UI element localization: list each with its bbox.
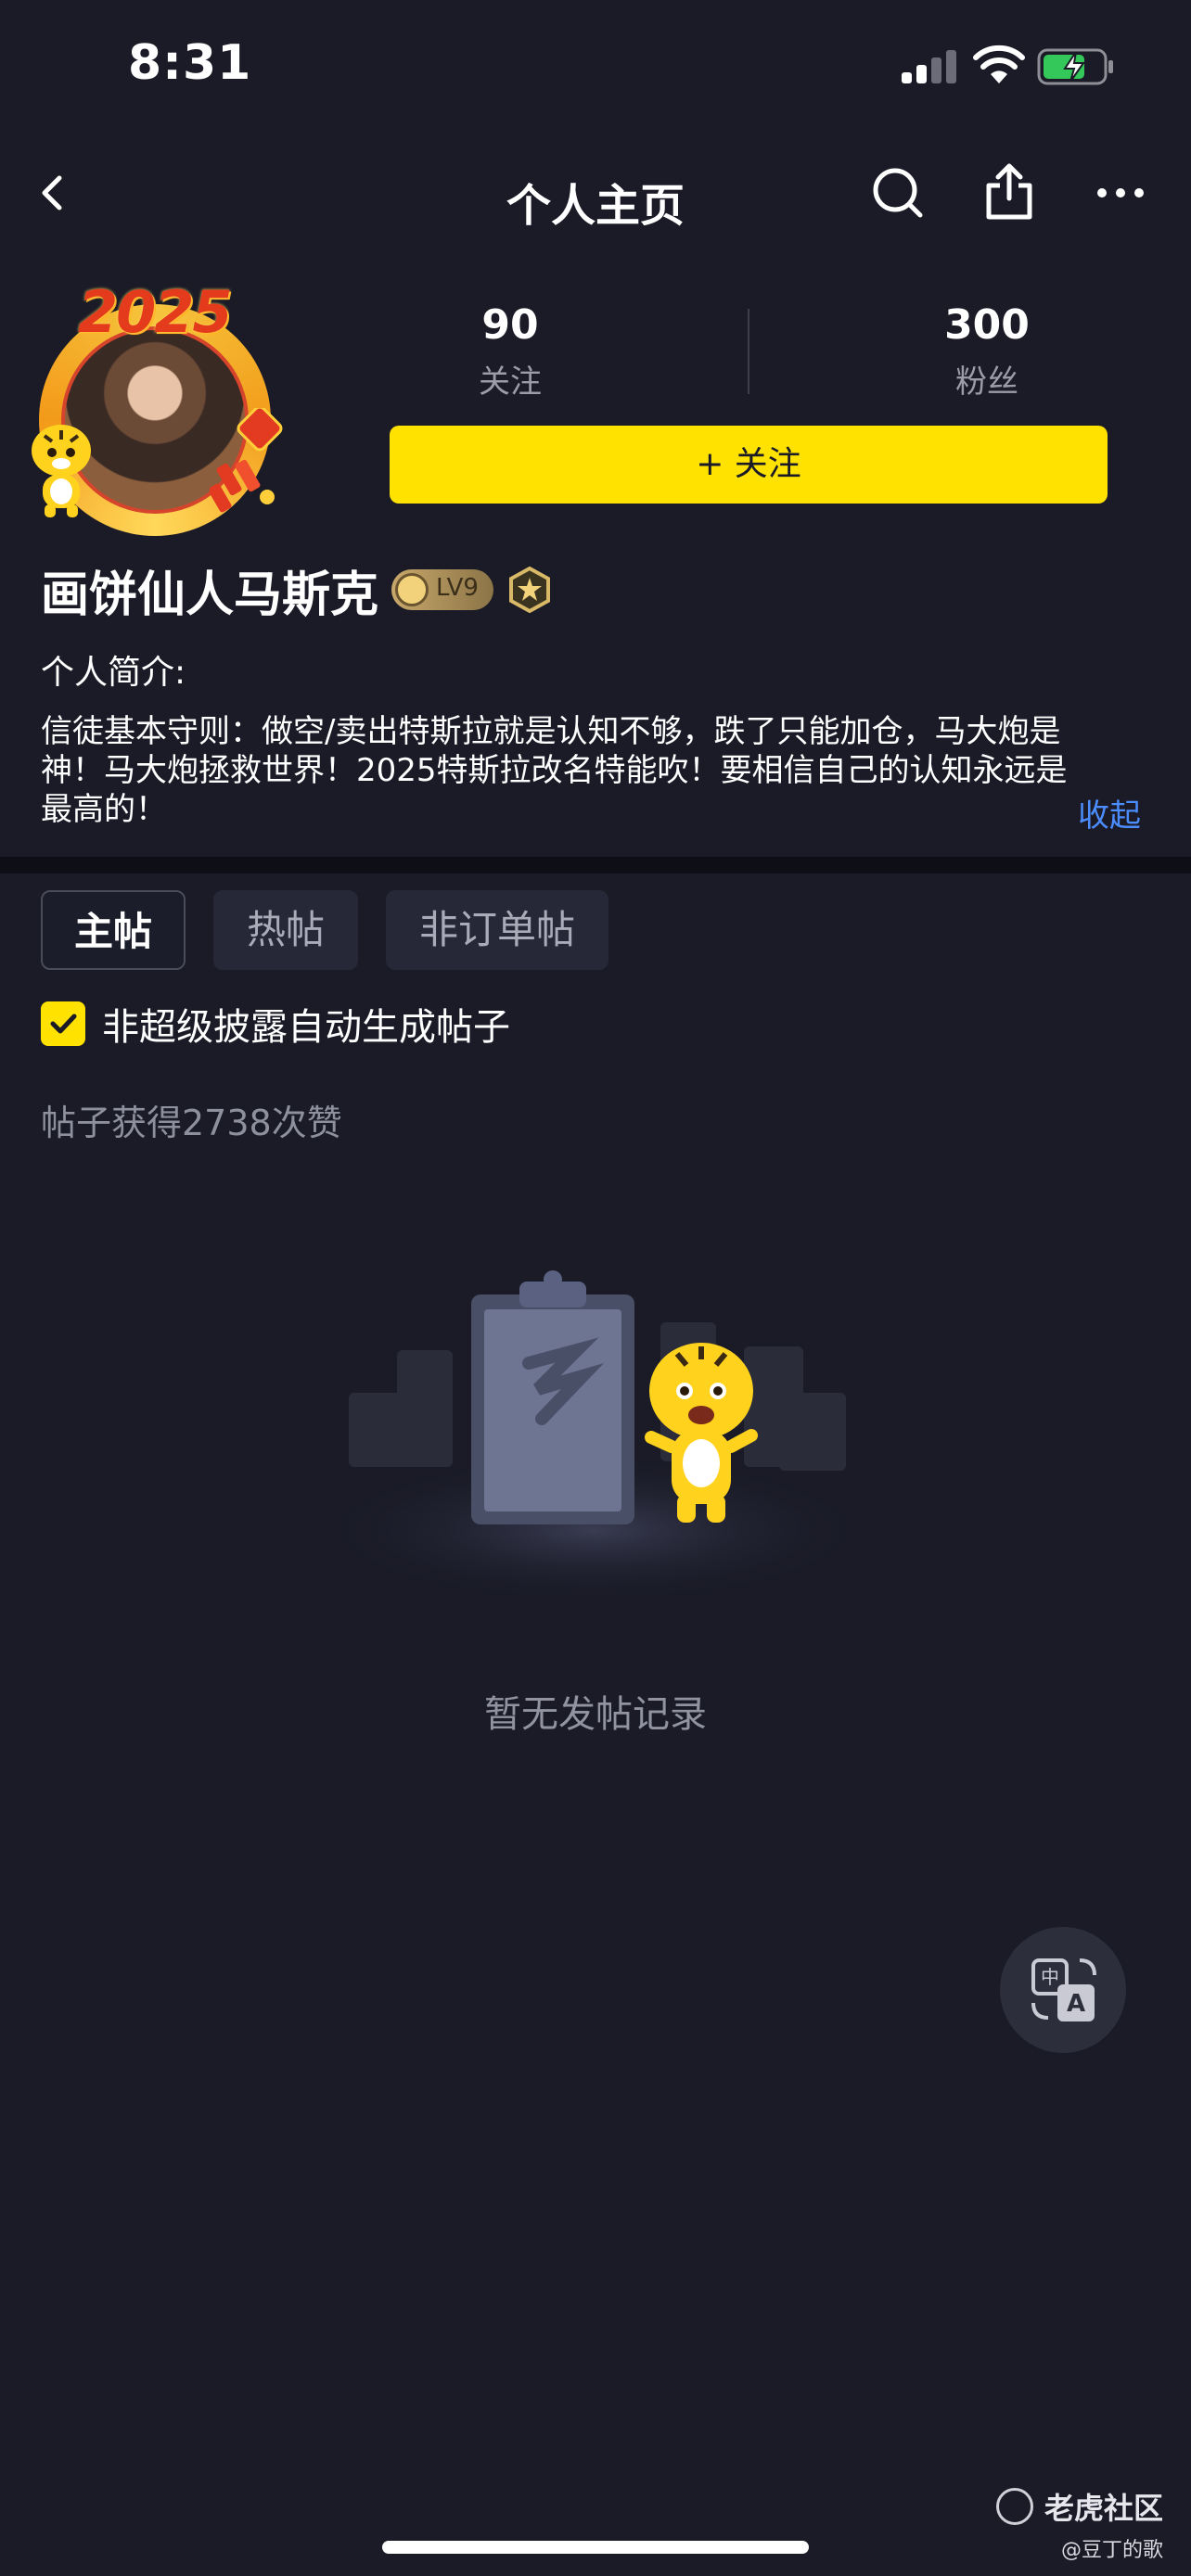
tiger-mascot-icon [32, 425, 91, 517]
tiger-community-logo-icon [996, 2488, 1033, 2525]
followers-stat[interactable]: 300 粉丝 [866, 301, 1108, 402]
stats-divider [748, 309, 749, 394]
tab-hot-posts[interactable]: 热帖 [213, 890, 358, 970]
following-label: 关注 [479, 363, 542, 401]
tab-main-posts[interactable]: 主帖 [41, 890, 186, 970]
home-indicator[interactable] [382, 2541, 809, 2554]
search-icon[interactable] [870, 165, 926, 221]
cellular-signal-icon [902, 50, 959, 83]
svg-text:中: 中 [1041, 1966, 1059, 1988]
avatar[interactable]: 2025 [28, 278, 284, 536]
bio-collapse-link[interactable]: 收起 [1078, 790, 1141, 835]
filter-checkbox[interactable] [41, 1001, 85, 1046]
checkmark-icon [50, 1014, 77, 1034]
watermark-brand: 老虎社区 [1044, 2491, 1164, 2526]
followers-count: 300 [944, 301, 1030, 349]
tab-non-order-posts[interactable]: 非订单帖 [386, 890, 608, 970]
likes-summary: 帖子获得2738次赞 [41, 1103, 342, 1143]
status-time: 8:31 [128, 35, 252, 91]
user-name-row: 画饼仙人马斯克 LV9 [41, 556, 553, 623]
nav-bar: 个人主页 [0, 148, 1191, 237]
firecracker-icon [210, 408, 283, 513]
battery-charging-icon [1037, 48, 1113, 85]
profile-stats: 90 关注 300 粉丝 [390, 301, 1108, 403]
section-divider [0, 857, 1191, 874]
share-icon[interactable] [981, 161, 1037, 223]
watermark-user: @豆丁的歌 [1061, 2539, 1164, 2562]
empty-state-illustration [315, 1270, 872, 1604]
medal-icon[interactable] [506, 567, 553, 613]
watermark: 老虎社区 [996, 2485, 1163, 2528]
level-badge[interactable]: LV9 [391, 569, 494, 610]
wifi-icon [973, 45, 1025, 83]
empty-state-message: 暂无发帖记录 [484, 1693, 707, 1736]
following-stat[interactable]: 90 关注 [390, 301, 631, 402]
user-name: 画饼仙人马斯克 [41, 567, 379, 623]
bio-label: 个人简介: [41, 654, 186, 692]
follow-button[interactable]: + 关注 [390, 426, 1108, 504]
status-bar: 8:31 [0, 0, 1191, 139]
level-text: LV9 [436, 574, 479, 602]
followers-label: 粉丝 [955, 363, 1018, 401]
avatar-frame-year: 2025 [78, 278, 233, 346]
filter-label: 非超级披露自动生成帖子 [102, 1006, 510, 1049]
more-icon[interactable] [1093, 169, 1148, 217]
translate-button[interactable]: 中 A [1000, 1927, 1126, 2053]
svg-text:A: A [1067, 1990, 1085, 2018]
translate-icon: 中 A [1031, 1958, 1096, 2021]
following-count: 90 [481, 301, 539, 349]
level-icon [395, 573, 429, 606]
bio-text: 信徒基本守则：做空/卖出特斯拉就是认知不够，跌了只能加仓，马大炮是神！马大炮拯救… [41, 713, 1068, 828]
auto-post-filter[interactable]: 非超级披露自动生成帖子 [41, 998, 510, 1050]
